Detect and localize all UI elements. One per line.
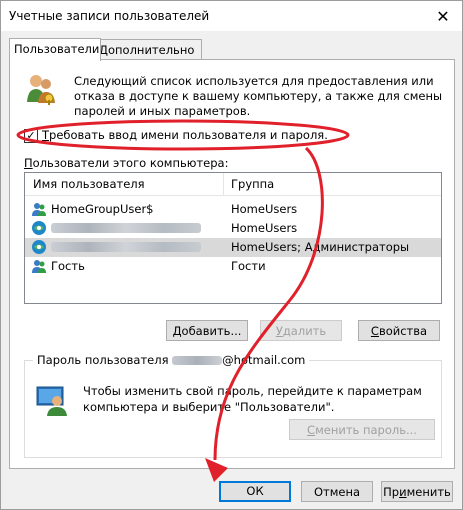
redacted-user-name xyxy=(51,242,201,252)
apply-suffix: менить xyxy=(406,485,451,499)
add-user-button[interactable]: Добавить... xyxy=(166,320,248,341)
cancel-button[interactable]: Отмена xyxy=(301,481,373,502)
table-row[interactable]: Гость Гости xyxy=(25,257,441,276)
password-user-icon xyxy=(36,386,67,416)
users-list-label: Пользователи этого компьютера: xyxy=(24,156,228,170)
users-tab-panel: Следующий список используется для предос… xyxy=(9,59,455,469)
tab-advanced[interactable]: Дополнительно xyxy=(94,39,202,60)
password-group-title: Пароль пользователя @hotmail.com xyxy=(33,353,310,367)
users-list-accel: П xyxy=(24,156,33,170)
apply-button[interactable]: Применить xyxy=(381,481,453,502)
column-header-name[interactable]: Имя пользователя xyxy=(33,177,145,191)
description-text: Следующий список используется для предос… xyxy=(74,74,443,118)
password-group: Пароль пользователя @hotmail.com Чтобы и… xyxy=(24,353,442,458)
require-login-accel: Т xyxy=(42,128,50,142)
table-row[interactable]: HomeUsers xyxy=(25,219,441,238)
change-accel: С xyxy=(307,423,316,437)
redacted-user-name xyxy=(51,223,201,233)
properties-button[interactable]: Свойства xyxy=(358,320,440,341)
require-login-checkbox[interactable]: ✓ xyxy=(24,129,38,143)
apply-prefix: Пр xyxy=(383,485,400,499)
password-title-prefix: Пароль пользователя xyxy=(37,353,169,367)
add-accel: Д xyxy=(172,324,182,338)
table-row[interactable]: HomeUsers; Администраторы xyxy=(25,238,441,257)
user-group: HomeUsers xyxy=(231,202,298,216)
change-text: менить пароль... xyxy=(315,423,417,437)
user-icon xyxy=(32,221,46,235)
user-group: HomeUsers xyxy=(231,221,298,235)
tab-users[interactable]: Пользователи xyxy=(9,38,101,61)
window-title: Учетные записи пользователей xyxy=(9,9,210,23)
remove-text: далить xyxy=(282,324,327,338)
add-text: обавить... xyxy=(181,324,242,338)
users-icon xyxy=(27,75,55,105)
password-help-text: Чтобы изменить свой пароль, перейдите к … xyxy=(83,384,422,414)
user-icon xyxy=(32,260,46,273)
title-bar: Учетные записи пользователей ✕ xyxy=(1,1,462,31)
user-name: HomeGroupUser$ xyxy=(51,202,154,216)
remove-accel: У xyxy=(275,324,283,338)
change-password-button[interactable]: Сменить пароль... xyxy=(289,419,435,440)
list-header: Имя пользователя Группа xyxy=(25,173,441,196)
user-group: Гости xyxy=(231,259,266,273)
apply-accel: и xyxy=(399,485,407,499)
close-icon[interactable]: ✕ xyxy=(432,5,454,27)
users-list-text: ользователи этого компьютера: xyxy=(32,156,229,170)
password-title-suffix: @hotmail.com xyxy=(222,353,306,367)
users-list[interactable]: Имя пользователя Группа HomeGroupUser$ H… xyxy=(24,172,442,304)
user-accounts-dialog: Учетные записи пользователей ✕ Пользоват… xyxy=(0,0,463,510)
properties-accel: С xyxy=(370,324,379,338)
table-row[interactable]: HomeGroupUser$ HomeUsers xyxy=(25,200,441,219)
user-icon xyxy=(32,203,46,216)
remove-user-button[interactable]: Удалить xyxy=(260,320,342,341)
properties-text: войства xyxy=(378,324,428,338)
user-group: HomeUsers; Администраторы xyxy=(231,240,410,254)
require-login-text: ребовать ввод имени пользователя и парол… xyxy=(49,128,328,142)
require-login-label[interactable]: Требовать ввод имени пользователя и паро… xyxy=(42,128,328,142)
redacted-email xyxy=(172,356,223,365)
column-header-group[interactable]: Группа xyxy=(231,177,274,191)
user-icon xyxy=(32,240,46,254)
user-name: Гость xyxy=(51,259,85,273)
ok-button[interactable]: ОК xyxy=(219,481,291,502)
column-separator[interactable] xyxy=(223,173,224,195)
